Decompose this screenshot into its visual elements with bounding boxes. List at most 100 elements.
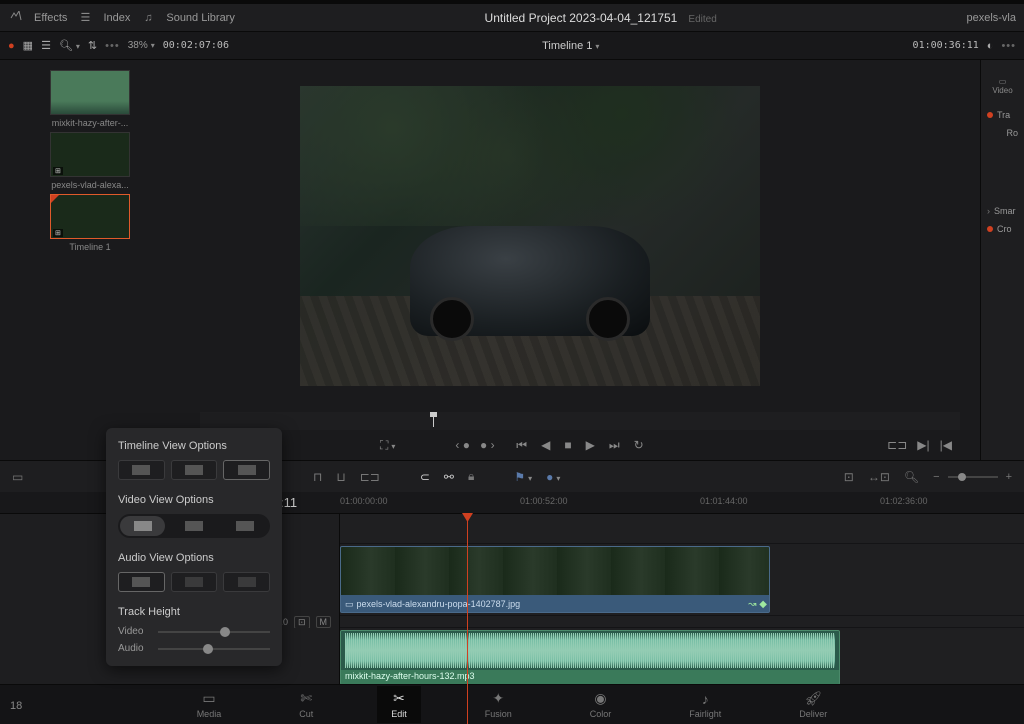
effects-label[interactable]: Effects [34,12,67,24]
media-page-button[interactable]: ▭Media [183,686,236,723]
zoom-slider[interactable] [948,476,998,478]
clip-name: pexels-vlad-alexandru-popa-1402787.jpg [357,599,521,609]
subtitle-view-button[interactable] [223,460,270,480]
viewer[interactable] [180,60,980,412]
search-icon[interactable]: 🔍︎ [59,39,80,52]
stacked-view-button[interactable] [118,460,165,480]
video-plain-button[interactable] [223,516,268,536]
source-timecode: 00:02:07:06 [163,40,229,51]
viewer-title[interactable]: Timeline 1 [542,40,599,52]
video-filmstrip-button[interactable] [120,516,165,536]
audio-height-slider[interactable] [158,648,270,650]
first-frame-icon[interactable]: ⏮ [516,438,527,453]
main-toolbar: Effects ☰ Index ♫ Sound Library Untitled… [0,4,1024,32]
timeline-timecode[interactable]: 01:00:36:11 [913,40,979,51]
viewer-toolbar: ● ▦ ☰ 🔍︎ ⇅ ••• 38% 00:02:07:06 Timeline … [0,32,1024,60]
play-reverse-icon[interactable]: ◀ [541,438,550,453]
ruler-tick: 01:02:36:00 [880,496,928,506]
ruler-ticks[interactable]: 01:00:00:00 01:00:52:00 01:01:44:00 01:0… [340,492,1024,513]
video-tab[interactable]: ▭ Video [981,66,1024,106]
color-icon: ◉ [594,690,606,707]
media-thumb-timeline[interactable]: ⊞ Timeline 1 [50,194,130,252]
effects-icon[interactable] [8,10,24,26]
bypass-icon[interactable]: ◐ [987,40,994,52]
ruler-tick: 01:00:52:00 [520,496,568,506]
transport-controls: ⛶ ‹ ● ● › ⏮ ◀ ■ ▶ ⏭ ↻ ⊏⊐ ▶| |◀ [180,430,980,460]
marker-icon[interactable]: ● [546,470,560,484]
sound-library-icon[interactable]: ♫ [140,10,156,26]
smart-row[interactable]: Smar [981,202,1024,220]
insert-clip-icon[interactable]: ⊓ [313,470,322,484]
fairlight-page-button[interactable]: ♪Fairlight [675,687,735,723]
replace-clip-icon[interactable]: ⊏⊐ [360,470,380,484]
index-icon[interactable]: ☰ [77,10,93,26]
clip-handle-icon[interactable]: ↝ ◆ [748,599,767,610]
audio-half-wave-button[interactable] [171,572,218,592]
match-frame-fwd-icon[interactable]: ● › [480,438,495,453]
pool-options-icon[interactable]: ••• [105,40,120,52]
audio-plain-button[interactable] [223,572,270,592]
zoom-fit-icon[interactable]: ↔⊡ [868,470,890,484]
edit-page-button[interactable]: ✂Edit [377,686,421,723]
viewer-scrubber[interactable] [200,412,960,430]
video-height-slider[interactable] [158,631,270,633]
record-icon[interactable]: ● [8,40,15,52]
find-icon[interactable]: ⊡ [844,470,854,484]
snapping-icon[interactable]: ⊂ [420,470,430,484]
cut-page-button[interactable]: ✄Cut [285,686,327,723]
mute-button[interactable]: M [316,616,332,628]
rotation-row[interactable]: Ro [981,124,1024,142]
media-thumb-audio[interactable]: mixkit-hazy-after-... [50,70,130,128]
sound-library-label[interactable]: Sound Library [166,12,235,24]
media-pool: mixkit-hazy-after-... ⊞ pexels-vlad-alex… [0,60,180,460]
crop-icon[interactable]: ⛶ [380,438,395,453]
sort-icon[interactable]: ⇅ [88,39,97,52]
color-page-button[interactable]: ◉Color [576,686,626,723]
last-frame-icon[interactable]: ⏭ [609,438,620,453]
video-clip[interactable]: ▭pexels-vlad-alexandru-popa-1402787.jpg … [340,546,770,613]
zoom-in-icon[interactable]: + [1006,471,1012,483]
play-icon[interactable]: ▶ [586,438,595,453]
audio-height-label: Audio [118,643,150,654]
fusion-icon: ✦ [492,690,504,707]
zoom-control[interactable]: − + [933,471,1012,483]
lock-icon[interactable]: 🔒︎ [468,469,474,484]
page-number: 18 [10,700,22,712]
next-edit-icon[interactable]: |◀ [940,438,952,452]
flag-icon[interactable]: ⚑ [514,470,532,484]
zoom-out-icon[interactable]: − [933,471,939,483]
edit-icon: ✂ [393,690,405,707]
video-tab-icon: ▭ [999,77,1007,86]
media-thumb-video[interactable]: ⊞ pexels-vlad-alexa... [50,132,130,190]
crop-row[interactable]: Cro [981,220,1024,238]
timeline-view-options-icon[interactable]: ▭ [12,470,23,484]
index-label[interactable]: Index [103,12,130,24]
video-thumb-button[interactable] [171,516,216,536]
enable-dot-icon[interactable] [987,226,993,232]
overwrite-clip-icon[interactable]: ⊔ [336,470,345,484]
stop-icon[interactable]: ■ [564,438,571,453]
filmstrip-view-button[interactable] [171,460,218,480]
fusion-page-button[interactable]: ✦Fusion [471,686,526,723]
clip-type-icon: ▭ [345,599,354,610]
loop-icon[interactable]: ↻ [634,438,644,453]
prev-edit-icon[interactable]: ▶| [917,438,929,452]
match-frame-icon[interactable]: ‹ ● [455,438,470,453]
link-icon[interactable]: ⚯ [444,470,454,484]
zoom-percent[interactable]: 38% [128,40,155,51]
audio-clip[interactable]: mixkit-hazy-after-hours-132.mp3 [340,630,840,685]
list-view-icon[interactable]: ☰ [41,39,51,52]
insert-icon[interactable]: ⊏⊐ [887,438,907,452]
popup-section-title: Video View Options [118,494,270,506]
video-height-label: Video [118,626,150,637]
audio-full-wave-button[interactable] [118,572,165,592]
viewer-options-icon[interactable]: ••• [1001,40,1016,52]
transform-row[interactable]: Tra [981,106,1024,124]
deliver-page-button[interactable]: 🚀︎Deliver [785,686,841,723]
solo-button[interactable]: ⊡ [294,616,310,629]
grid-view-icon[interactable]: ▦ [23,39,33,52]
popup-section-title: Track Height [118,606,270,618]
enable-dot-icon[interactable] [987,112,993,118]
fairlight-icon: ♪ [702,691,709,707]
zoom-detail-icon[interactable]: 🔍︎ [904,470,919,484]
